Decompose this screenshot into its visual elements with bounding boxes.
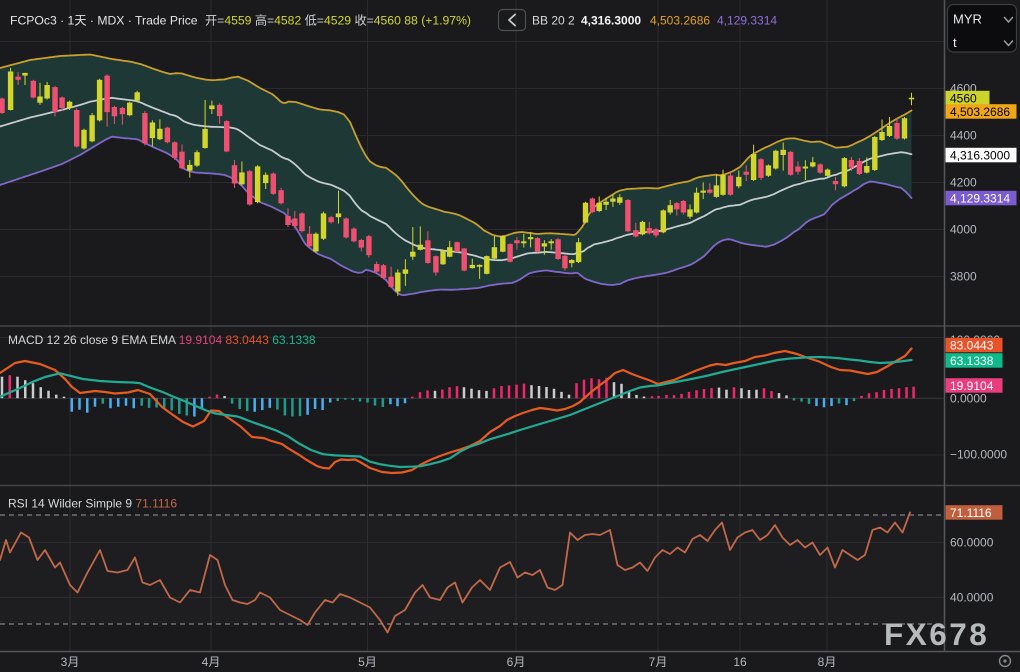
svg-text:3800: 3800 (950, 270, 977, 284)
svg-text:4,316.3000: 4,316.3000 (950, 148, 1010, 162)
svg-text:83.0443: 83.0443 (950, 338, 994, 352)
svg-text:63.1338: 63.1338 (950, 354, 994, 368)
svg-text:t: t (953, 35, 957, 50)
svg-text:MYR: MYR (953, 12, 982, 27)
svg-text:4,129.3314: 4,129.3314 (950, 191, 1010, 205)
svg-text:4560: 4560 (950, 91, 977, 105)
svg-text:71.1116: 71.1116 (950, 506, 992, 520)
svg-text:16: 16 (733, 655, 747, 669)
svg-text:4月: 4月 (202, 655, 221, 669)
svg-text:FX678: FX678 (884, 616, 989, 652)
svg-text:8月: 8月 (818, 655, 837, 669)
svg-text:5月: 5月 (358, 655, 377, 669)
svg-text:4,316.3000: 4,316.3000 (581, 14, 641, 28)
svg-text:3月: 3月 (61, 655, 80, 669)
svg-text:4,503.2686: 4,503.2686 (650, 14, 710, 28)
svg-text:19.9104: 19.9104 (950, 379, 994, 393)
svg-text:开=4559 高=4582 低=4529 收=4560: 开=4559 高=4582 低=4529 收=4560 88 (+1.97%) (205, 13, 471, 28)
svg-text:4200: 4200 (950, 176, 977, 190)
svg-text:4,503.2686: 4,503.2686 (950, 105, 1010, 119)
svg-text:6月: 6月 (507, 655, 526, 669)
svg-text:40.0000: 40.0000 (950, 591, 994, 605)
svg-text:7月: 7月 (649, 655, 668, 669)
svg-text:−100.0000: −100.0000 (950, 448, 1007, 462)
svg-text:BB 20 2: BB 20 2 (532, 14, 575, 28)
svg-text:0.0000: 0.0000 (950, 391, 987, 405)
svg-text:4,129.3314: 4,129.3314 (717, 14, 777, 28)
svg-text:4000: 4000 (950, 223, 977, 237)
svg-text:MACD 12 26 close 9 EMA EMA 19: MACD 12 26 close 9 EMA EMA 19.9104 83.04… (8, 333, 316, 347)
svg-text:4400: 4400 (950, 129, 977, 143)
svg-text:RSI 14 Wilder Simple 9 71.111: RSI 14 Wilder Simple 9 71.1116 (8, 497, 177, 511)
svg-text:FCPOc3 · 1天 · MDX · Trade Pric: FCPOc3 · 1天 · MDX · Trade Price (10, 14, 198, 28)
svg-text:60.0000: 60.0000 (950, 536, 994, 550)
